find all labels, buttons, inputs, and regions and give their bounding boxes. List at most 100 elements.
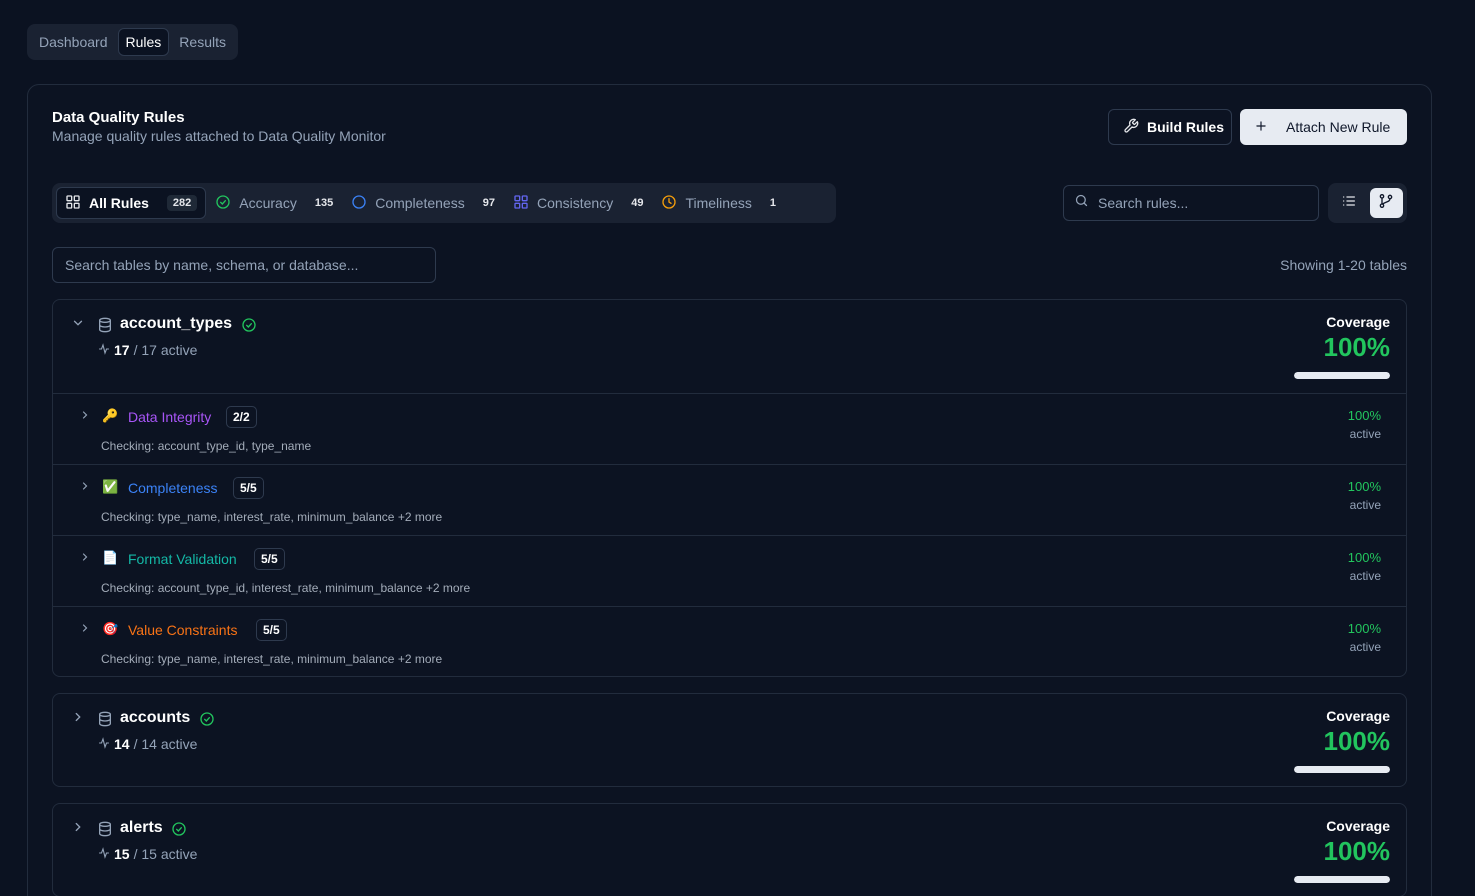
active-number: 14 [114,736,130,752]
category-consistency[interactable]: Consistency 49 [504,187,653,219]
category-timeliness[interactable]: Timeliness 1 [652,187,785,219]
rules-card: Data Quality Rules Manage quality rules … [27,84,1432,896]
rule-group-name: Format Validation [128,551,237,567]
check-circle-icon [171,821,187,842]
table-header[interactable]: accounts 14 / 14 active Coverage 100% [53,694,1406,787]
rule-percent: 100% [1347,550,1381,565]
active-number: 15 [114,846,130,862]
category-count: 135 [314,197,334,209]
rule-group-name: Completeness [128,480,218,496]
activity-icon [98,736,110,752]
document-icon: 📄 [102,550,119,565]
search-rules-field [1063,185,1319,221]
chevron-right-icon[interactable] [79,550,91,568]
rule-group-row[interactable]: 📄 Format Validation 5/5 Checking: accoun… [53,535,1406,606]
chevron-right-icon[interactable] [71,820,85,839]
check-circle-icon [199,711,215,732]
attach-new-rule-button[interactable]: Attach New Rule [1240,109,1407,145]
chevron-right-icon[interactable] [79,621,91,639]
showing-count: Showing 1-20 tables [1280,257,1407,273]
category-completeness[interactable]: Completeness 97 [342,187,504,219]
coverage-bar [1294,876,1390,883]
page-title: Data Quality Rules [52,109,185,126]
rule-count-badge: 5/5 [254,548,285,570]
category-label: All Rules [89,195,149,211]
coverage-label: Coverage [1326,314,1390,330]
active-count: 17 / 17 active [98,342,197,358]
table-name: alerts [120,819,163,836]
table-block-alerts: alerts 15 / 15 active Coverage 100% [52,803,1407,896]
plus-icon [1254,119,1268,136]
tab-results[interactable]: Results [171,28,234,56]
category-label: Timeliness [685,195,752,211]
search-tables-input[interactable] [65,257,425,273]
search-icon [1074,193,1089,213]
tree-view-button[interactable] [1369,188,1403,218]
tab-rules[interactable]: Rules [117,28,170,56]
rule-group-name: Value Constraints [128,622,238,638]
chevron-right-icon[interactable] [71,710,85,729]
rule-percent: 100% [1347,621,1381,636]
table-header[interactable]: alerts 15 / 15 active Coverage 100% [53,804,1406,896]
database-icon [97,317,113,338]
rule-group-row[interactable]: 🔑 Data Integrity 2/2 Checking: account_t… [53,393,1406,464]
build-rules-button[interactable]: Build Rules [1108,109,1232,145]
wrench-icon [1123,118,1139,137]
coverage-bar-fill [1294,876,1390,883]
coverage-label: Coverage [1326,708,1390,724]
category-count: 282 [166,195,198,211]
rule-status: active [1349,640,1381,654]
rule-status: active [1349,569,1381,583]
top-nav-tabs: Dashboard Rules Results [27,24,238,60]
category-count: 1 [769,197,776,209]
grid-icon [513,194,529,213]
checking-columns: Checking: type_name, interest_rate, mini… [101,510,443,524]
category-label: Completeness [375,195,465,211]
search-tables-field [52,247,436,283]
check-circle-icon [241,317,257,338]
category-filter: All Rules 282 Accuracy 135 Completeness … [52,183,836,223]
category-all-rules[interactable]: All Rules 282 [56,187,207,219]
checkmark-icon: ✅ [102,479,119,494]
chevron-right-icon[interactable] [79,479,91,497]
circle-icon [351,194,367,213]
database-icon [97,711,113,732]
category-label: Accuracy [239,195,297,211]
clock-icon [661,194,677,213]
category-label: Consistency [536,195,614,211]
list-view-button[interactable] [1332,188,1366,218]
coverage-value: 100% [1323,726,1391,756]
coverage-bar [1294,372,1390,379]
rule-count-badge: 2/2 [226,406,257,428]
active-total: / 14 active [133,736,198,752]
tab-dashboard[interactable]: Dashboard [31,28,116,56]
active-number: 17 [114,342,130,358]
table-name: account_types [120,315,233,332]
page-subtitle: Manage quality rules attached to Data Qu… [52,128,386,144]
category-accuracy[interactable]: Accuracy 135 [206,187,342,219]
rule-count-badge: 5/5 [256,619,287,641]
checking-columns: Checking: type_name, interest_rate, mini… [101,652,443,666]
active-total: / 15 active [133,846,198,862]
rule-count-badge: 5/5 [233,477,264,499]
table-name: accounts [120,709,191,726]
checking-columns: Checking: account_type_id, interest_rate… [101,581,471,595]
rule-group-row[interactable]: 🎯 Value Constraints 5/5 Checking: type_n… [53,606,1406,677]
key-icon: 🔑 [102,408,119,423]
attach-new-rule-label: Attach New Rule [1286,119,1391,135]
search-rules-input[interactable] [1098,195,1308,211]
checking-columns: Checking: account_type_id, type_name [101,439,312,453]
rule-group-row[interactable]: ✅ Completeness 5/5 Checking: type_name, … [53,464,1406,535]
check-circle-icon [215,194,231,213]
table-header[interactable]: account_types 17 / 17 active Coverage 10… [53,300,1406,393]
database-icon [97,821,113,842]
chevron-down-icon[interactable] [71,316,85,335]
git-branch-icon [1378,193,1394,214]
chevron-right-icon[interactable] [79,408,91,426]
active-total: / 17 active [133,342,198,358]
view-toggle [1328,183,1407,223]
active-count: 14 / 14 active [98,736,197,752]
coverage-value: 100% [1323,836,1391,866]
table-block-account-types: account_types 17 / 17 active Coverage 10… [52,299,1407,677]
rule-percent: 100% [1347,408,1381,423]
